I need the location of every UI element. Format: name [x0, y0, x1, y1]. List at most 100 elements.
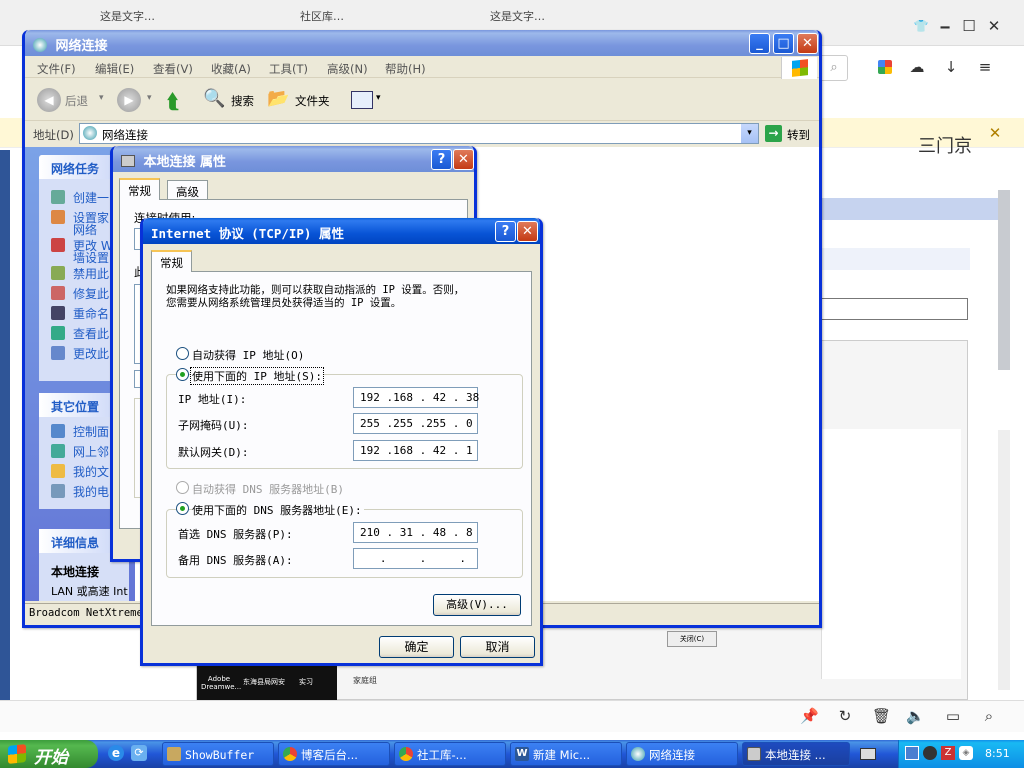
- go-arrow-icon[interactable]: →: [765, 125, 782, 142]
- start-button[interactable]: 开始: [0, 740, 98, 768]
- ie-icon[interactable]: e: [108, 745, 124, 761]
- close-button[interactable]: ✕: [453, 149, 474, 170]
- search-label[interactable]: 搜索: [231, 93, 254, 109]
- folders-label[interactable]: 文件夹: [295, 93, 330, 109]
- shirt-icon[interactable]: 👕: [912, 17, 930, 35]
- chevron-down-icon[interactable]: ▾: [99, 93, 104, 103]
- taskbar-item-netconn[interactable]: 网络连接: [626, 742, 738, 766]
- views-icon[interactable]: [351, 91, 373, 109]
- task-change-settings[interactable]: 更改此: [51, 345, 109, 362]
- window-icon[interactable]: ▭: [944, 707, 962, 725]
- page-scrollbar-lower[interactable]: [998, 430, 1010, 690]
- chevron-down-icon[interactable]: ▾: [147, 93, 152, 103]
- menu-favorites[interactable]: 收藏(A): [211, 61, 251, 77]
- tab-general[interactable]: 常规: [151, 250, 192, 272]
- task-view-status[interactable]: 查看此: [51, 325, 109, 342]
- task-firewall-cont[interactable]: 墙设置: [73, 249, 109, 266]
- maximize-icon[interactable]: ☐: [960, 17, 978, 35]
- taskbar-item-word[interactable]: W 新建 Mic...: [510, 742, 622, 766]
- ok-button[interactable]: 确定: [379, 636, 454, 658]
- browser-tab[interactable]: 这是文字…: [480, 4, 650, 28]
- default-gateway-field[interactable]: 192 .168 . 42 . 1: [353, 440, 478, 461]
- back-label[interactable]: 后退: [65, 93, 88, 109]
- page-scrollbar[interactable]: [998, 190, 1010, 370]
- menu-edit[interactable]: 编辑(E): [95, 61, 134, 77]
- clock[interactable]: 8:51: [985, 747, 1010, 760]
- menu-advanced[interactable]: 高级(N): [327, 61, 368, 77]
- tray-shield-icon[interactable]: ◈: [959, 746, 973, 760]
- place-my-computer[interactable]: 我的电: [51, 483, 109, 500]
- maximize-button[interactable]: □: [773, 33, 794, 54]
- task-disable-device[interactable]: 禁用此: [51, 265, 109, 282]
- volume-icon[interactable]: 🔈: [906, 707, 925, 725]
- advanced-button[interactable]: 高级(V)...: [433, 594, 521, 616]
- minimize-icon[interactable]: 🗕: [936, 17, 954, 35]
- quicklaunch-icon[interactable]: ⟳: [131, 745, 147, 761]
- search-icon[interactable]: 🔍: [203, 88, 225, 109]
- minimize-button[interactable]: _: [749, 33, 770, 54]
- menu-tools[interactable]: 工具(T): [269, 61, 308, 77]
- go-label[interactable]: 转到: [787, 127, 810, 143]
- manual-ip-label[interactable]: 使用下面的 IP 地址(S):: [190, 367, 324, 385]
- local-connection-titlebar[interactable]: 本地连接 属性 ? ✕: [113, 146, 474, 172]
- manual-ip-radio[interactable]: [176, 368, 189, 381]
- zoom-icon[interactable]: ⌕: [980, 707, 998, 725]
- task-rename-connection[interactable]: 重命名: [51, 305, 109, 322]
- auto-ip-radio[interactable]: [176, 347, 189, 360]
- network-connections-titlebar[interactable]: 网络连接 _ □ ✕: [25, 30, 819, 56]
- forward-icon[interactable]: ▶: [117, 88, 141, 112]
- subnet-mask-field[interactable]: 255 .255 .255 . 0: [353, 413, 478, 434]
- task-repair-connection[interactable]: 修复此: [51, 285, 109, 302]
- alternate-dns-field[interactable]: . . .: [353, 548, 478, 569]
- pin-icon[interactable]: 📌: [800, 707, 819, 725]
- taskbar-item-blog[interactable]: 博客后台...: [278, 742, 390, 766]
- folder-icon[interactable]: 📂: [267, 88, 289, 109]
- manual-dns-label[interactable]: 使用下面的 DNS 服务器地址(E):: [192, 502, 364, 518]
- tab-general[interactable]: 常规: [119, 178, 160, 200]
- close-button[interactable]: ✕: [797, 33, 818, 54]
- place-control-panel[interactable]: 控制面: [51, 423, 109, 440]
- menu-view[interactable]: 查看(V): [153, 61, 193, 77]
- download-icon[interactable]: ↓: [942, 58, 960, 76]
- ip-address-field[interactable]: 192 .168 . 42 . 38: [353, 387, 479, 408]
- task-home-network-cont[interactable]: 网络: [73, 221, 97, 238]
- infobar-close-icon[interactable]: ✕: [986, 124, 1004, 142]
- tray-z-icon[interactable]: Z: [941, 746, 955, 760]
- help-button[interactable]: ?: [431, 149, 452, 170]
- close-icon[interactable]: ✕: [985, 17, 1003, 35]
- trash-icon[interactable]: 🗑: [872, 707, 891, 725]
- auto-dns-label[interactable]: 自动获得 DNS 服务器地址(B): [192, 481, 344, 497]
- menu-help[interactable]: 帮助(H): [385, 61, 426, 77]
- task-create-connection[interactable]: 创建一: [51, 189, 109, 206]
- taskbar-item-showbuffer[interactable]: ShowBuffer: [162, 742, 274, 766]
- taskbar-item-localconn[interactable]: 本地连接 ...: [742, 742, 850, 766]
- auto-ip-label[interactable]: 自动获得 IP 地址(O): [192, 347, 304, 363]
- refresh-icon[interactable]: ↻: [836, 707, 854, 725]
- browser-tab[interactable]: 社区库…: [290, 4, 460, 28]
- place-my-documents[interactable]: 我的文: [51, 463, 109, 480]
- manual-dns-radio[interactable]: [176, 502, 189, 515]
- tcpip-titlebar[interactable]: Internet 协议 (TCP/IP) 属性 ? ✕: [143, 218, 540, 244]
- keyboard-icon[interactable]: [860, 748, 876, 760]
- apps-icon[interactable]: [878, 60, 892, 74]
- menu-icon[interactable]: ≡: [976, 58, 994, 76]
- preferred-dns-field[interactable]: 210 . 31 . 48 . 8: [353, 522, 478, 543]
- close-button[interactable]: ✕: [517, 221, 538, 242]
- address-dropdown-icon[interactable]: ▾: [741, 124, 758, 143]
- tray-app-icon[interactable]: [923, 746, 937, 760]
- tray-network-icon[interactable]: [905, 746, 919, 760]
- address-input[interactable]: 网络连接 ▾: [79, 123, 759, 144]
- page-input[interactable]: [820, 298, 968, 320]
- auto-dns-radio[interactable]: [176, 481, 189, 494]
- tab-advanced[interactable]: 高级: [167, 180, 208, 200]
- cloud-icon[interactable]: ☁: [908, 58, 926, 76]
- chevron-down-icon[interactable]: ▾: [376, 93, 381, 103]
- browser-tab[interactable]: 这是文字…: [90, 4, 250, 28]
- cancel-button[interactable]: 取消: [460, 636, 535, 658]
- up-folder-icon[interactable]: ⮬: [167, 89, 189, 113]
- place-network-places[interactable]: 网上邻: [51, 443, 109, 460]
- menu-file[interactable]: 文件(F): [37, 61, 76, 77]
- taskbar-item-sheku[interactable]: 社工库-...: [394, 742, 506, 766]
- back-icon[interactable]: ◀: [37, 88, 61, 112]
- help-button[interactable]: ?: [495, 221, 516, 242]
